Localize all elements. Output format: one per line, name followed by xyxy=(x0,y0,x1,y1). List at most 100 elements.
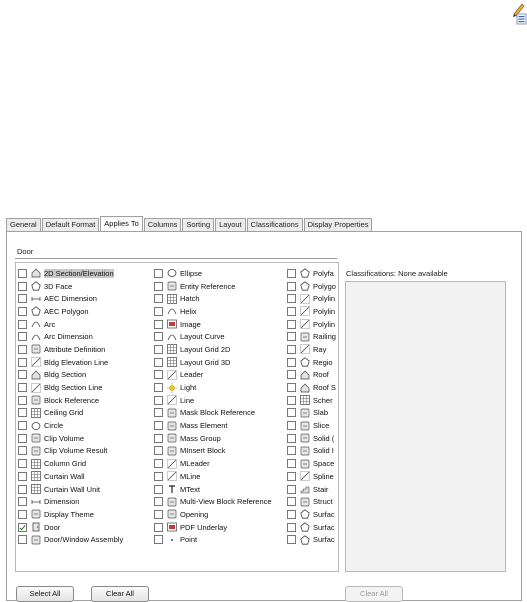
edit-style-icon[interactable] xyxy=(502,0,527,25)
list-item[interactable]: Curtain Wall xyxy=(18,470,123,483)
tab-display-properties[interactable]: Display Properties xyxy=(303,218,373,231)
list-item[interactable]: Hatch xyxy=(154,292,272,305)
item-checkbox[interactable] xyxy=(287,370,296,380)
list-item[interactable]: Line xyxy=(154,394,272,407)
list-item[interactable]: Polyfa xyxy=(287,267,336,280)
list-item[interactable]: Bldg Section xyxy=(18,369,123,382)
list-item[interactable]: Polylin xyxy=(287,318,336,331)
list-item[interactable]: Railing xyxy=(287,330,336,343)
list-item[interactable]: Door/Window Assembly xyxy=(18,533,123,546)
list-item[interactable]: Spline xyxy=(287,470,336,483)
item-checkbox[interactable] xyxy=(154,433,163,443)
item-checkbox[interactable] xyxy=(154,509,163,519)
item-checkbox[interactable] xyxy=(18,344,27,354)
list-item[interactable]: Layout Grid 2D xyxy=(154,343,272,356)
item-checkbox[interactable] xyxy=(154,383,163,393)
item-checkbox[interactable] xyxy=(154,306,163,316)
item-checkbox[interactable] xyxy=(18,509,27,519)
item-checkbox[interactable] xyxy=(287,395,296,405)
item-checkbox[interactable] xyxy=(18,306,27,316)
list-item[interactable]: Opening xyxy=(154,508,272,521)
list-item[interactable]: Roof S xyxy=(287,381,336,394)
list-item[interactable]: Arc Dimension xyxy=(18,330,123,343)
tab-classifications[interactable]: Classifications xyxy=(246,218,303,231)
item-checkbox[interactable] xyxy=(154,522,163,532)
list-item[interactable]: Mass Element xyxy=(154,419,272,432)
item-checkbox[interactable] xyxy=(154,344,163,354)
list-item[interactable]: Solid ( xyxy=(287,432,336,445)
list-item[interactable]: Ellipse xyxy=(154,267,272,280)
item-checkbox[interactable] xyxy=(287,344,296,354)
item-checkbox[interactable] xyxy=(18,433,27,443)
list-item[interactable]: Image xyxy=(154,318,272,331)
item-checkbox[interactable] xyxy=(154,471,163,481)
item-checkbox[interactable] xyxy=(18,497,27,507)
list-item[interactable]: Display Theme xyxy=(18,508,123,521)
list-item[interactable]: MText xyxy=(154,483,272,496)
list-item[interactable]: Attribute Definition xyxy=(18,343,123,356)
list-item[interactable]: MLine xyxy=(154,470,272,483)
clear-all-classifications-button[interactable]: Clear All xyxy=(345,586,403,602)
item-checkbox[interactable] xyxy=(287,484,296,494)
filter-input[interactable] xyxy=(15,244,337,259)
list-item[interactable]: Polylin xyxy=(287,305,336,318)
list-item[interactable]: Stair xyxy=(287,483,336,496)
list-item[interactable]: Mass Group xyxy=(154,432,272,445)
tab-general[interactable]: General xyxy=(6,218,41,231)
item-checkbox[interactable] xyxy=(154,395,163,405)
item-checkbox[interactable] xyxy=(287,294,296,304)
item-checkbox[interactable] xyxy=(287,509,296,519)
list-item[interactable]: Slab xyxy=(287,407,336,420)
item-checkbox[interactable] xyxy=(18,281,27,291)
item-checkbox[interactable] xyxy=(154,332,163,342)
item-checkbox[interactable] xyxy=(287,421,296,431)
item-checkbox[interactable] xyxy=(18,332,27,342)
item-checkbox[interactable] xyxy=(18,294,27,304)
item-checkbox[interactable] xyxy=(18,383,27,393)
item-checkbox[interactable] xyxy=(154,408,163,418)
list-item[interactable]: Door xyxy=(18,521,123,534)
list-item[interactable]: Roof xyxy=(287,369,336,382)
list-item[interactable]: AEC Polygon xyxy=(18,305,123,318)
item-checkbox[interactable] xyxy=(154,268,163,278)
list-item[interactable]: Struct xyxy=(287,495,336,508)
item-checkbox[interactable] xyxy=(18,319,27,329)
item-checkbox[interactable] xyxy=(154,484,163,494)
item-checkbox[interactable] xyxy=(18,535,27,545)
list-item[interactable]: Mask Block Reference xyxy=(154,407,272,420)
list-item[interactable]: Arc xyxy=(18,318,123,331)
item-checkbox[interactable] xyxy=(287,306,296,316)
list-item[interactable]: Clip Volume xyxy=(18,432,123,445)
item-checkbox[interactable] xyxy=(287,471,296,481)
list-item[interactable]: Clip Volume Result xyxy=(18,445,123,458)
list-item[interactable]: Light xyxy=(154,381,272,394)
item-checkbox[interactable] xyxy=(18,395,27,405)
list-item[interactable]: Layout Curve xyxy=(154,330,272,343)
clear-all-button[interactable]: Clear All xyxy=(91,586,149,602)
item-checkbox[interactable] xyxy=(154,497,163,507)
item-checkbox[interactable] xyxy=(18,459,27,469)
select-all-button[interactable]: Select All xyxy=(16,586,74,602)
list-item[interactable]: Point xyxy=(154,533,272,546)
object-type-list[interactable]: 2D Section/Elevation 3D Face AEC Dimension… xyxy=(15,262,339,572)
list-item[interactable]: Polylin xyxy=(287,292,336,305)
item-checkbox[interactable] xyxy=(154,281,163,291)
classifications-list[interactable] xyxy=(345,281,506,572)
item-checkbox[interactable] xyxy=(287,408,296,418)
item-checkbox[interactable] xyxy=(287,446,296,456)
list-item[interactable]: Surfac xyxy=(287,533,336,546)
item-checkbox[interactable] xyxy=(18,357,27,367)
item-checkbox[interactable] xyxy=(154,357,163,367)
item-checkbox[interactable] xyxy=(287,281,296,291)
list-item[interactable]: PDF Underlay xyxy=(154,521,272,534)
list-item[interactable]: Layout Grid 3D xyxy=(154,356,272,369)
list-item[interactable]: Column Grid xyxy=(18,457,123,470)
tab-sorting[interactable]: Sorting xyxy=(182,218,215,231)
item-checkbox[interactable] xyxy=(154,294,163,304)
list-item[interactable]: Block Reference xyxy=(18,394,123,407)
item-checkbox[interactable] xyxy=(18,268,27,278)
item-checkbox[interactable] xyxy=(287,497,296,507)
list-item[interactable]: MInsert Block xyxy=(154,445,272,458)
item-checkbox[interactable] xyxy=(18,370,27,380)
item-checkbox[interactable] xyxy=(18,421,27,431)
